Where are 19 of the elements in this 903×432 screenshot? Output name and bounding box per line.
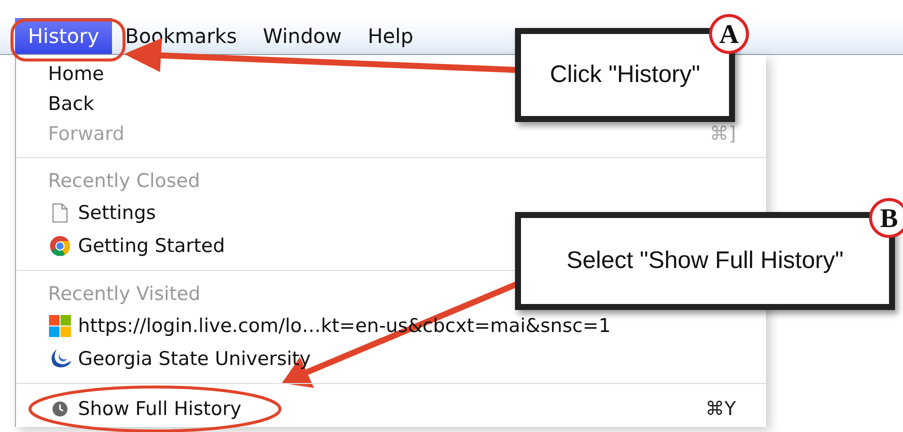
document-icon	[52, 202, 68, 222]
menu-item[interactable]: Georgia State University	[78, 348, 311, 370]
menu-item[interactable]: Show Full History	[78, 398, 242, 420]
menu-item[interactable]: Settings	[78, 202, 156, 224]
browser-logo-icon	[49, 234, 71, 256]
menu-item[interactable]: Back	[48, 93, 94, 115]
step-badge: B	[869, 198, 903, 238]
menu-item[interactable]: Home	[48, 63, 104, 85]
menu-bar-item[interactable]: Window	[250, 18, 355, 54]
menu-bar-item[interactable]: Bookmarks	[112, 18, 250, 54]
menu-bar-item[interactable]: History	[15, 18, 112, 54]
menu-bar-item[interactable]: Help	[354, 18, 426, 54]
menu-item[interactable]: Getting Started	[78, 234, 225, 256]
clock-icon	[52, 400, 68, 416]
four-squares-icon	[49, 314, 71, 336]
section-header: Recently Closed	[48, 170, 202, 192]
section-header: Recently Visited	[48, 283, 202, 305]
shortcut-label: ⌘]	[710, 123, 736, 145]
shortcut-label: ⌘Y	[705, 398, 736, 420]
